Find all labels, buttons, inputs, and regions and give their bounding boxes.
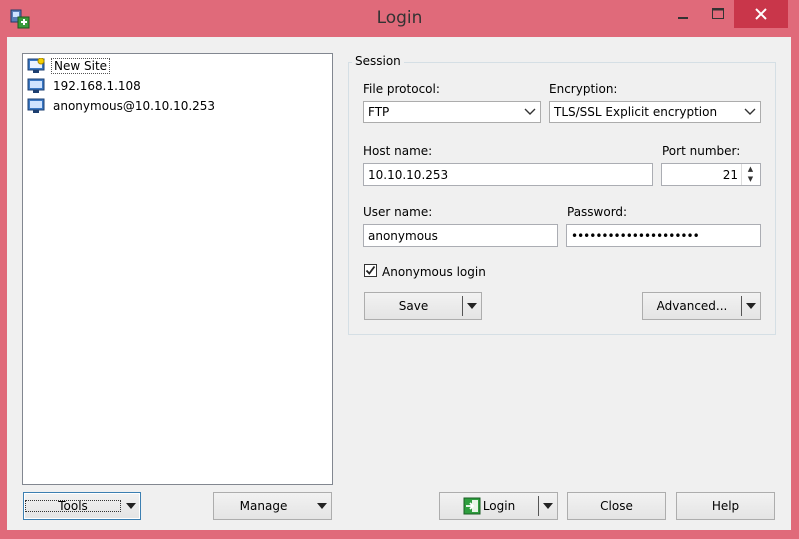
site-item-label: 192.168.1.108 [53,79,141,93]
spin-up-icon[interactable]: ▲ [742,164,759,174]
title-bar[interactable]: Login [0,0,799,37]
manage-dropdown-arrow [313,503,331,509]
computer-icon [27,98,45,113]
chevron-down-icon [467,303,477,309]
maximize-button[interactable] [700,0,736,28]
anonymous-login-label: Anonymous login [382,265,486,279]
file-protocol-select[interactable]: FTP [363,101,541,123]
new-site-icon [27,58,45,73]
advanced-label: Advanced... [656,299,728,313]
site-item-new-site[interactable]: New Site [27,57,111,75]
session-legend: Session [352,54,404,68]
host-name-value: 10.10.10.253 [368,167,449,182]
host-name-input[interactable]: 10.10.10.253 [363,163,653,186]
dialog-body: New Site 192.168.1.108 anonymous@10.10.1… [7,37,791,530]
manage-button[interactable]: Manage [213,492,332,520]
password-label: Password: [567,205,628,219]
site-item-192-168-1-108[interactable]: 192.168.1.108 [27,77,143,95]
advanced-dropdown-arrow[interactable] [742,303,760,309]
site-item-anonymous[interactable]: anonymous@10.10.10.253 [27,97,217,115]
site-list[interactable]: New Site 192.168.1.108 anonymous@10.10.1… [22,53,333,485]
chevron-down-icon [746,303,756,309]
anonymous-login-checkbox[interactable] [364,264,377,277]
site-item-label: anonymous@10.10.10.253 [53,99,216,113]
close-button[interactable]: Close [567,492,666,520]
minimize-icon [678,17,688,19]
host-name-label: Host name: [363,144,433,158]
file-protocol-label: File protocol: [363,82,440,96]
password-input[interactable]: ••••••••••••••••••••• [566,224,761,247]
spin-down-icon[interactable]: ▼ [742,174,759,184]
port-spinner[interactable]: ▲ ▼ [741,164,760,185]
chevron-down-icon [317,503,327,509]
encryption-value: TLS/SSL Explicit encryption [554,105,718,119]
port-number-value: 21 [722,167,738,182]
port-number-input[interactable]: 21 ▲ ▼ [661,163,761,186]
tools-button[interactable]: Tools [23,492,141,520]
checkmark-icon [365,265,376,275]
chevron-down-icon [126,503,136,509]
password-value: ••••••••••••••••••••• [571,228,700,243]
encryption-select[interactable]: TLS/SSL Explicit encryption [549,101,761,123]
chevron-down-icon [543,503,553,509]
advanced-button[interactable]: Advanced... [642,292,761,320]
maximize-icon [712,8,724,19]
tools-label: Tools [24,499,122,513]
tools-dropdown-arrow [122,503,140,509]
login-icon [463,497,481,515]
save-dropdown-arrow[interactable] [463,303,481,309]
close-icon [755,8,767,20]
chevron-down-icon [524,108,536,115]
user-name-input[interactable]: anonymous [363,224,558,247]
computer-icon [27,78,45,93]
minimize-button[interactable] [664,0,702,28]
site-item-label: New Site [51,58,111,74]
file-protocol-value: FTP [368,105,390,119]
help-button[interactable]: Help [676,492,775,520]
login-button[interactable]: Login [439,492,558,520]
user-name-value: anonymous [368,228,438,243]
manage-label: Manage [239,499,288,513]
save-label: Save [398,299,429,313]
login-window: Login New Site 192.168.1.108 anonymous@1… [0,0,799,539]
encryption-label: Encryption: [549,82,618,96]
login-dropdown-arrow[interactable] [539,503,557,509]
help-label: Help [711,499,740,513]
user-name-label: User name: [363,205,433,219]
close-window-button[interactable] [734,0,788,28]
login-label: Login [482,499,516,513]
login-button-content: Login [440,497,538,515]
close-label: Close [600,499,633,513]
port-number-label: Port number: [662,144,741,158]
chevron-down-icon [744,108,756,115]
save-button[interactable]: Save [364,292,482,320]
